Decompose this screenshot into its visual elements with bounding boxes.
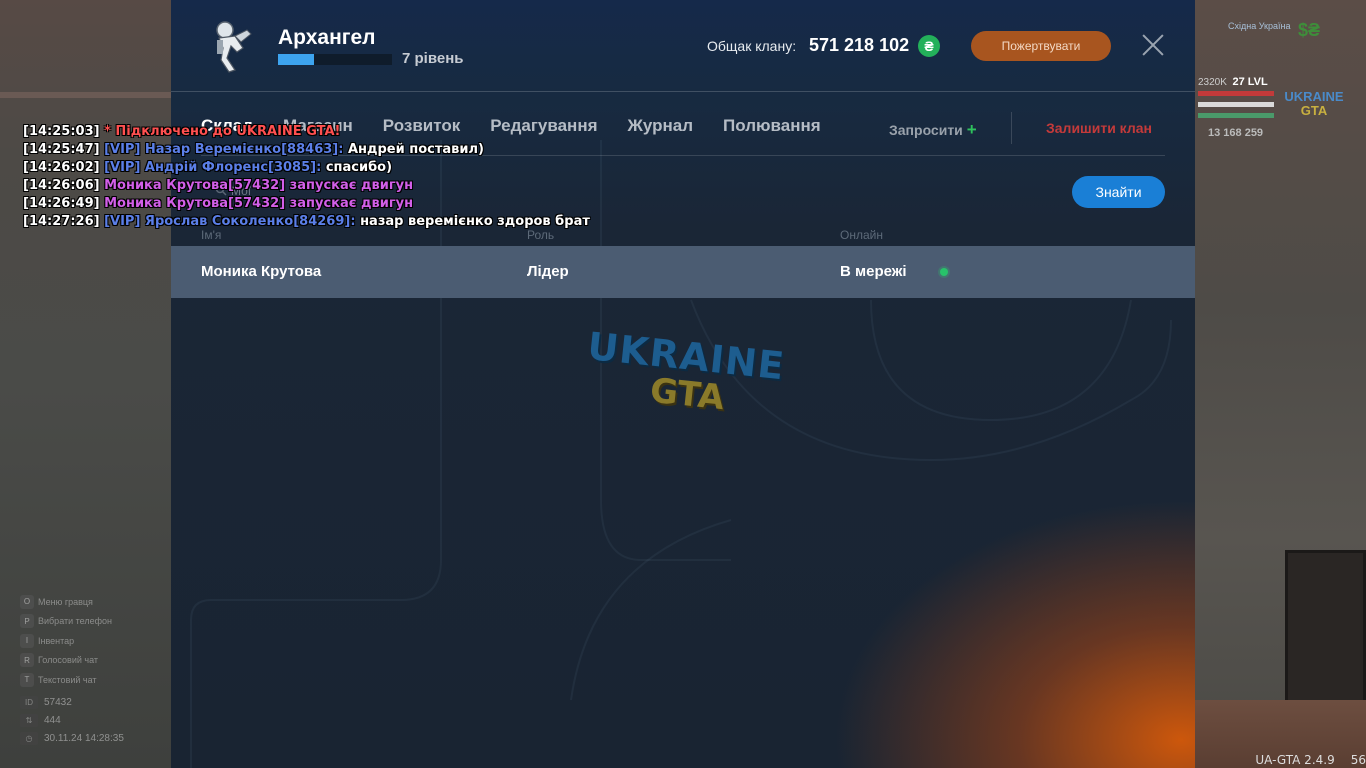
level-progress-fill xyxy=(278,54,315,65)
clan-name: Архангел xyxy=(278,26,376,49)
chat-message: [14:25:03] * Підключено до UKRAINE GTA! xyxy=(23,124,341,139)
clan-header: Архангел 7 рівень Общак клану: 571 218 1… xyxy=(171,0,1195,92)
online-status-icon xyxy=(940,268,948,276)
version-label: UA-GTA 2.4.9 56 xyxy=(1255,753,1366,767)
exp-value: 2320K 27 LVL xyxy=(1198,76,1268,88)
close-icon[interactable] xyxy=(1141,33,1165,57)
clan-avatar-icon xyxy=(216,21,252,73)
bank-value: 571 218 102 xyxy=(809,35,910,55)
chat-message: [14:27:26] [VIP] Ярослав Соколенко[84269… xyxy=(23,214,590,229)
chat-message: [14:26:02] [VIP] Андрій Флоренс[3085]: с… xyxy=(23,160,393,175)
health-bar xyxy=(1198,91,1274,96)
member-name: Моника Крутова xyxy=(201,263,322,280)
member-role: Лідер xyxy=(527,263,569,280)
game-furniture xyxy=(1285,550,1366,720)
member-status: В мережі xyxy=(840,263,907,280)
invite-label: Запросити xyxy=(889,122,963,138)
hotkey-item: T Текстовий чат xyxy=(20,670,170,690)
hotkey-item: I Інвентар xyxy=(20,631,170,651)
divider xyxy=(1011,112,1012,144)
hotkey-item: P Вибрати телефон xyxy=(20,612,170,632)
find-button[interactable]: Знайти xyxy=(1072,176,1165,208)
table-row[interactable]: Моника Крутова Лідер В мережі xyxy=(171,246,1195,298)
donate-button[interactable]: Пожертвувати xyxy=(971,31,1111,61)
ukraine-gta-logo: UKRAINE GTA xyxy=(585,323,787,419)
leave-clan-button[interactable]: Залишити клан xyxy=(1046,120,1152,136)
hud-logo-icon: $₴ xyxy=(1298,20,1321,40)
hunger-bar xyxy=(1198,113,1274,118)
chat-message: [14:26:06] Моника Крутова[57432] запуска… xyxy=(23,178,414,193)
armor-bar xyxy=(1198,102,1274,107)
level-progress-bar xyxy=(278,54,392,65)
clan-level: 7 рівень xyxy=(402,50,464,67)
clan-panel: Архангел 7 рівень Общак клану: 571 218 1… xyxy=(171,0,1195,768)
chat-message: [14:25:47] [VIP] Назар Веремієнко[88463]… xyxy=(23,142,484,157)
tab-hunting[interactable]: Полювання xyxy=(723,116,821,140)
invite-button[interactable]: Запросити + xyxy=(889,120,977,140)
column-header-online: Онлайн xyxy=(840,228,883,242)
player-ping: ⇅ 444 xyxy=(20,712,170,730)
hotkey-item: R Голосовий чат xyxy=(20,651,170,671)
hotkey-hud: O Меню гравця P Вибрати телефон I Інвентар … xyxy=(20,592,170,748)
balance-value: 13 168 259 xyxy=(1208,127,1264,139)
tab-log[interactable]: Журнал xyxy=(628,116,694,140)
hryvnia-icon: ₴ xyxy=(918,35,940,57)
hotkey-item: O Меню гравця xyxy=(20,592,170,612)
datetime: ◷ 30.11.24 14:28:35 xyxy=(20,730,170,748)
chat-log: [14:25:03] * Підключено до UKRAINE GTA! … xyxy=(23,123,590,231)
plus-icon: + xyxy=(966,120,977,139)
bank-label: Общак клану: xyxy=(707,38,797,54)
player-id: ID 57432 xyxy=(20,694,170,712)
hud-ukraine-gta-logo: UKRAINE GTA xyxy=(1284,89,1344,118)
region-label: Східна Україна xyxy=(1228,21,1291,31)
player-hud: Східна Україна $₴ 2320K 27 LVL UKRAINE GT… xyxy=(1198,14,1366,164)
chat-message: [14:26:49] Моника Крутова[57432] запуска… xyxy=(23,196,414,211)
